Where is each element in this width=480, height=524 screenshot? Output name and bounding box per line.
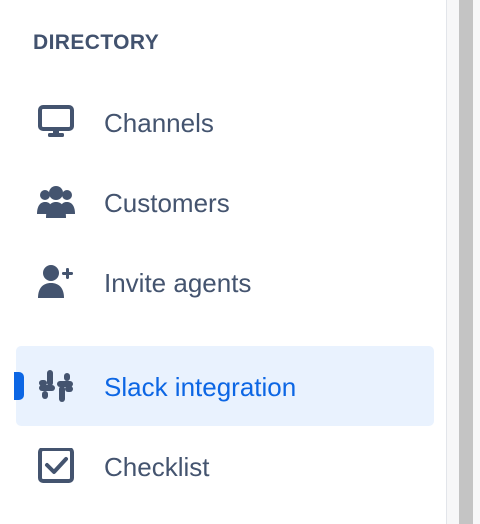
sidebar-item-label: Channels	[104, 108, 214, 138]
sidebar-item-customers[interactable]: Customers	[16, 162, 434, 242]
sidebar-item-slack-integration[interactable]: Slack integration	[16, 346, 434, 426]
sidebar-item-channels[interactable]: Channels	[16, 82, 434, 162]
sidebar-item-checklist[interactable]: Checklist	[16, 426, 434, 506]
sidebar-item-label: Customers	[104, 188, 230, 218]
checkbox-icon	[36, 448, 76, 484]
sidebar-item-label: Checklist	[104, 452, 210, 482]
sidebar-item-label: Slack integration	[104, 372, 297, 402]
user-plus-icon	[36, 264, 76, 300]
sidebar: DIRECTORY Channels Customers Invite agen…	[0, 0, 446, 524]
slack-icon	[36, 368, 76, 404]
active-item-indicator	[14, 372, 24, 400]
scrollbar[interactable]	[459, 0, 473, 524]
monitor-icon	[36, 104, 76, 140]
users-icon	[36, 184, 76, 220]
sidebar-item-label: Invite agents	[104, 268, 252, 298]
section-title: DIRECTORY	[33, 31, 160, 54]
sidebar-item-invite-agents[interactable]: Invite agents	[16, 242, 434, 322]
